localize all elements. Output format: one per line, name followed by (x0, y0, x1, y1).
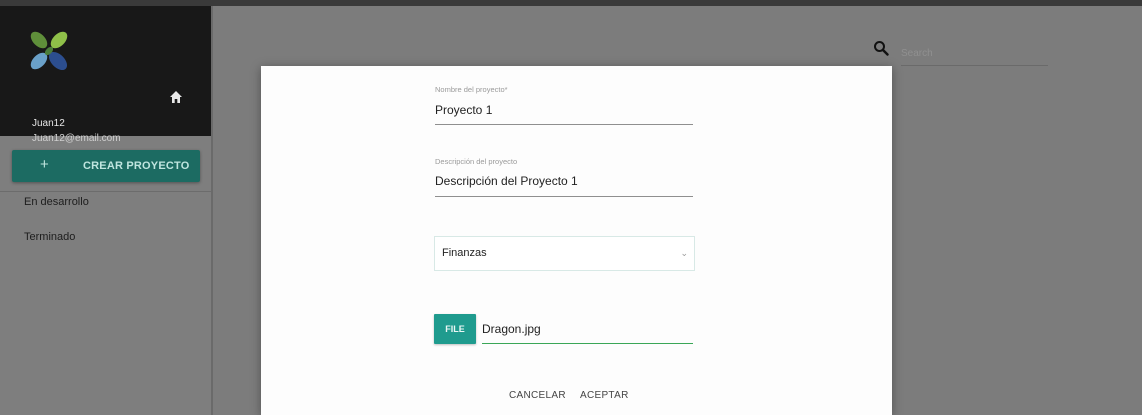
search-icon[interactable] (873, 40, 889, 56)
file-name-field[interactable]: Dragon.jpg (482, 322, 541, 336)
user-name: Juan12 (32, 118, 65, 129)
category-selected-value: Finanzas (442, 247, 487, 259)
accept-button[interactable]: ACEPTAR (580, 390, 629, 401)
file-name-underline (482, 343, 693, 344)
project-description-field[interactable]: Descripción del Proyecto 1 (435, 174, 578, 188)
project-name-label: Nombre del proyecto* (435, 85, 508, 94)
category-select[interactable]: Finanzas ⌄ (434, 236, 695, 271)
search-input[interactable] (901, 41, 1048, 66)
create-project-button[interactable]: + CREAR PROYECTO (12, 150, 200, 182)
plus-icon: + (40, 156, 49, 173)
project-name-field[interactable]: Proyecto 1 (435, 103, 492, 117)
project-description-underline (435, 196, 693, 197)
project-description-label: Descripción del proyecto (435, 157, 518, 166)
sidebar-item-en-desarrollo[interactable]: En desarrollo (24, 196, 89, 208)
project-name-underline (435, 124, 693, 125)
create-project-dialog: Nombre del proyecto* Proyecto 1 Descripc… (261, 66, 892, 415)
chevron-down-icon: ⌄ (680, 248, 688, 258)
sidebar-item-terminado[interactable]: Terminado (24, 231, 75, 243)
leaf-logo-icon (30, 31, 68, 71)
create-project-label: CREAR PROYECTO (83, 160, 190, 172)
sidebar-header: Juan12 Juan12@email.com (0, 6, 211, 144)
cancel-button[interactable]: CANCELAR (509, 390, 566, 401)
home-icon[interactable] (169, 90, 183, 104)
user-email: Juan12@email.com (32, 133, 121, 144)
sidebar: Juan12 Juan12@email.com + CREAR PROYECTO… (0, 6, 211, 415)
file-upload-button[interactable]: FILE (434, 314, 476, 344)
sidebar-divider (0, 191, 211, 192)
